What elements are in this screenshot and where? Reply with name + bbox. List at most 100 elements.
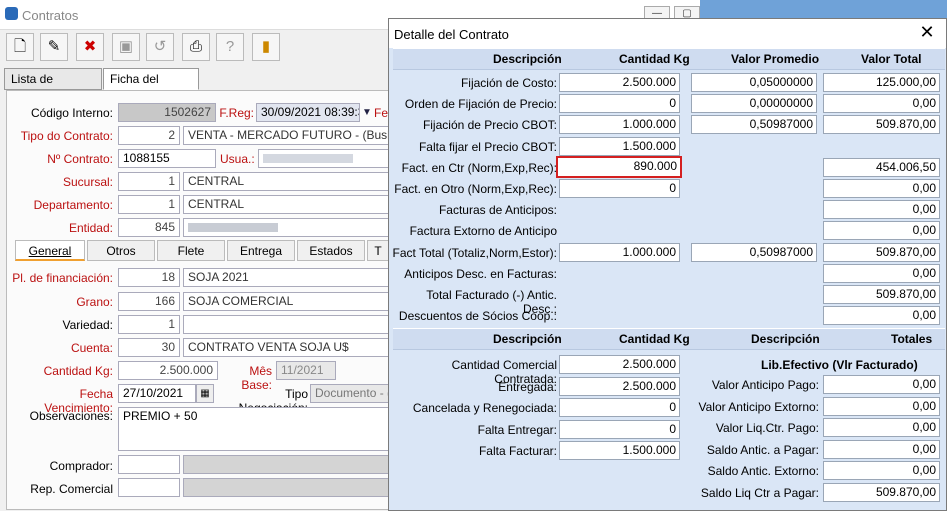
freg-field[interactable]: 30/09/2021 08:39:3 <box>256 103 360 122</box>
tab-ficha-registro[interactable]: Ficha del Registro <box>103 68 199 106</box>
row3-label: Saldo Antic. a Pagar: <box>706 442 819 457</box>
depto-text-field[interactable]: CENTRAL <box>183 195 393 214</box>
subtab-general[interactable]: General <box>15 240 85 261</box>
tab-lista-registros[interactable]: Lista de Registros <box>4 68 102 106</box>
obs-label: Observaciones: <box>29 409 113 423</box>
row2-label: Falta Entregar: <box>477 422 557 437</box>
calendar-icon[interactable]: ▦ <box>196 384 214 403</box>
row3-value-field[interactable]: 0,00 <box>823 375 940 394</box>
row3-value-field[interactable]: 509.870,00 <box>823 483 940 502</box>
plfin-text-field[interactable]: SOJA 2021 <box>183 268 393 287</box>
row2-cantidad-field[interactable]: 2.500.000 <box>559 376 680 396</box>
plfin-num-field[interactable]: 18 <box>118 268 180 287</box>
tiponeg-field[interactable]: Documento - (LI <box>310 384 393 403</box>
subtab-t[interactable]: T <box>367 240 389 261</box>
total-field[interactable]: 0,00 <box>823 179 940 198</box>
ncontrato-field[interactable]: 1088155 <box>118 149 216 168</box>
cancel-icon[interactable]: ↺ <box>146 33 174 61</box>
grano-text-field[interactable]: SOJA COMERCIAL <box>183 292 393 311</box>
row-label: Falta fijar el Precio CBOT: <box>418 139 557 154</box>
row3-value-field[interactable]: 0,00 <box>823 396 940 416</box>
grano-num-field[interactable]: 166 <box>118 292 180 311</box>
lib-efectivo-heading: Lib.Efectivo (Vlr Facturado) <box>761 358 918 372</box>
new-icon[interactable]: 🗋 <box>6 33 34 61</box>
total-field[interactable]: 509.870,00 <box>823 242 940 262</box>
depto-label: Departamento: <box>33 198 113 212</box>
promedio-field[interactable]: 0,50987000 <box>691 115 817 135</box>
total-field[interactable]: 0,00 <box>823 263 940 283</box>
cantidad-field[interactable]: 0 <box>559 94 680 114</box>
cuenta-text-field[interactable]: CONTRATO VENTA SOJA U$ <box>183 338 393 357</box>
entidad-num-field[interactable]: 845 <box>118 218 180 237</box>
total-field[interactable]: 0,00 <box>823 306 940 326</box>
row3-label: Valor Liq.Ctr. Pago: <box>715 421 819 436</box>
promedio-field[interactable]: 0,00000000 <box>691 94 817 114</box>
cantidad-field[interactable]: 890.000 <box>556 155 682 178</box>
exit-icon[interactable]: ▮ <box>252 33 280 61</box>
total-field[interactable]: 454.006,50 <box>823 157 940 177</box>
app-icon <box>5 7 18 20</box>
plfin-label: Pl. de financiación: <box>12 271 113 285</box>
promedio-field[interactable]: 0,05000000 <box>691 73 817 92</box>
total-field[interactable]: 0,00 <box>823 200 940 220</box>
save-icon[interactable]: ▣ <box>112 33 140 61</box>
row2-cantidad-field[interactable]: 1.500.000 <box>559 441 680 461</box>
header-descripcion: Descripción <box>493 52 562 66</box>
repcom-field[interactable] <box>118 478 180 497</box>
comprador-name-field[interactable] <box>183 455 393 474</box>
variedad-text-field[interactable] <box>183 315 393 334</box>
delete-icon[interactable]: ✖ <box>76 33 104 61</box>
cantidad-field[interactable]: 1.000.000 <box>559 242 680 262</box>
total-field[interactable]: 0,00 <box>823 221 940 241</box>
tipo-num-field[interactable]: 2 <box>118 126 180 145</box>
promedio-field[interactable]: 0,50987000 <box>691 242 817 262</box>
close-icon[interactable]: ✕ <box>916 22 938 44</box>
row2-label: Cancelada y Renegociada: <box>412 401 557 416</box>
section2-rows: Cantidad Comercial Contratada: 2.500.000 E… <box>389 353 689 463</box>
row3-value-field[interactable]: 0,00 <box>823 461 940 481</box>
subtab-entrega[interactable]: Entrega <box>227 240 295 261</box>
variedad-num-field[interactable]: 1 <box>118 315 180 334</box>
repcom-name-field[interactable] <box>183 478 393 497</box>
total-field[interactable]: 125.000,00 <box>823 73 940 92</box>
cuenta-num-field[interactable]: 30 <box>118 338 180 357</box>
row2-cantidad-field[interactable]: 0 <box>559 419 680 439</box>
cantidad-field[interactable]: 1.500.000 <box>559 136 680 156</box>
edit-icon[interactable]: ✎ <box>40 33 68 61</box>
depto-num-field[interactable]: 1 <box>118 195 180 214</box>
obs-field[interactable]: PREMIO + 50 <box>118 407 393 451</box>
entidad-text-field[interactable] <box>183 218 393 237</box>
sucursal-num-field[interactable]: 1 <box>118 172 180 191</box>
fvenc-field[interactable]: 27/10/2021 <box>118 384 196 403</box>
total-field[interactable]: 509.870,00 <box>823 115 940 135</box>
row3-value-field[interactable]: 0,00 <box>823 439 940 459</box>
subtab-otros[interactable]: Otros <box>87 240 155 261</box>
comprador-field[interactable] <box>118 455 180 474</box>
cantidad-field[interactable]: 1.000.000 <box>559 115 680 135</box>
subtab-flete[interactable]: Flete <box>157 240 225 261</box>
subtab-estados[interactable]: Estados <box>297 240 365 261</box>
total-field[interactable]: 0,00 <box>823 94 940 114</box>
row-label: Fact Total (Totaliz,Norm,Estor): <box>392 245 557 260</box>
sucursal-text-field[interactable]: CENTRAL <box>183 172 393 191</box>
row-label: Facturas de Anticipos: <box>438 203 557 218</box>
tipo-label: Tipo do Contrato: <box>20 129 113 143</box>
codigo-field[interactable]: 1502627 <box>118 103 216 122</box>
print-icon[interactable]: ⎙ <box>182 33 210 61</box>
row3-value-field[interactable]: 0,00 <box>823 418 940 438</box>
cuenta-label: Cuenta: <box>70 341 113 355</box>
cantidad-field[interactable]: 2.500.000 <box>118 361 218 380</box>
mesbase-field[interactable]: 11/2021 <box>276 361 336 380</box>
section2-header: Descripción Cantidad Kg Descripción Tota… <box>393 328 945 350</box>
cantidad-field[interactable]: 0 <box>559 179 680 198</box>
cantidad-field[interactable]: 2.500.000 <box>559 73 680 92</box>
help-icon[interactable]: ? <box>216 33 244 61</box>
row2-cantidad-field[interactable]: 0 <box>559 398 680 418</box>
usua-field[interactable] <box>258 149 393 168</box>
row2-cantidad-field[interactable]: 2.500.000 <box>559 355 680 374</box>
usua-blurred <box>263 154 353 163</box>
row3-label: Valor Anticipo Pago: <box>711 378 819 392</box>
freg-dropdown-icon[interactable]: ▼ <box>360 103 374 122</box>
total-field[interactable]: 509.870,00 <box>823 285 940 304</box>
tipo-text-field[interactable]: VENTA - MERCADO FUTURO - (Bushell) <box>183 126 393 145</box>
